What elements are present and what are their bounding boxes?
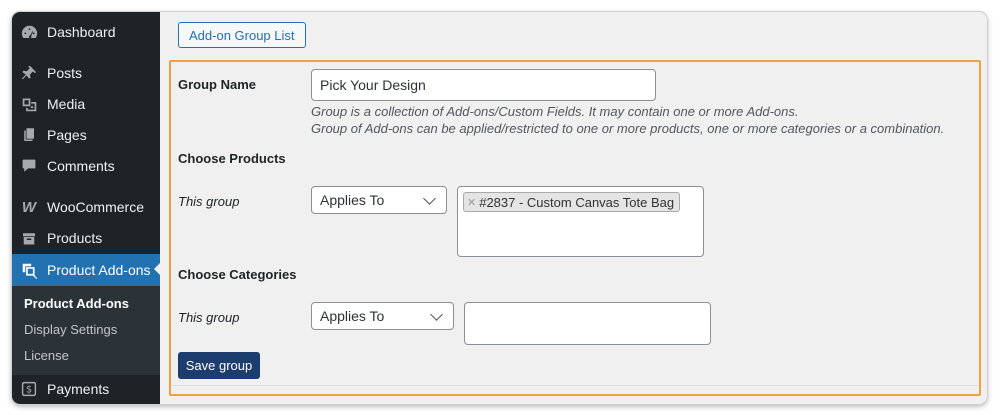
sidebar-item-product-addons[interactable]: Product Add-ons [12, 254, 160, 286]
categories-applies-select[interactable]: Applies To [311, 302, 454, 330]
sidebar-item-label: Product Add-ons [47, 262, 151, 278]
products-multiselect[interactable]: ✕ #2837 - Custom Canvas Tote Bag [457, 186, 704, 257]
admin-sidebar: Dashboard Posts Media Pages Comments W W… [12, 12, 160, 404]
select-value: Applies To [320, 308, 385, 324]
products-applies-select[interactable]: Applies To [311, 186, 447, 214]
group-description-line1: Group is a collection of Add-ons/Custom … [311, 104, 799, 119]
addons-icon [20, 261, 38, 279]
group-description-line2: Group of Add-ons can be applied/restrict… [311, 121, 945, 136]
products-row-label: This group [178, 194, 240, 209]
group-form-panel: Group Name Pick Your Design Group is a c… [169, 60, 981, 396]
categories-multiselect[interactable] [464, 302, 711, 345]
svg-text:$: $ [26, 385, 32, 396]
choose-categories-label: Choose Categories [178, 267, 297, 282]
addon-group-list-button[interactable]: Add-on Group List [178, 22, 306, 48]
sidebar-item-label: WooCommerce [47, 199, 144, 215]
sidebar-item-media[interactable]: Media [12, 89, 160, 119]
pin-icon [20, 64, 38, 82]
sidebar-item-woocommerce[interactable]: W WooCommerce [12, 192, 160, 222]
woo-icon: W [21, 198, 37, 216]
submenu-item-license[interactable]: License [24, 348, 69, 363]
product-token: ✕ #2837 - Custom Canvas Tote Bag [463, 192, 681, 212]
select-value: Applies To [320, 192, 385, 208]
pages-icon [20, 126, 38, 144]
main-content: Add-on Group List Group Name Pick Your D… [160, 12, 987, 404]
sidebar-item-label: Media [47, 96, 86, 112]
sidebar-item-label: Products [47, 230, 103, 246]
archive-icon [20, 229, 38, 247]
choose-products-label: Choose Products [178, 151, 286, 166]
browser-frame: Dashboard Posts Media Pages Comments W W… [12, 12, 987, 404]
group-name-label: Group Name [178, 77, 257, 92]
save-group-button[interactable]: Save group [178, 352, 260, 379]
sidebar-item-label: Pages [47, 127, 87, 143]
sidebar-item-label: Posts [47, 65, 83, 81]
sidebar-item-label: Payments [47, 381, 110, 397]
remove-token-icon[interactable]: ✕ [467, 196, 476, 209]
categories-row-label: This group [178, 310, 240, 325]
submenu-item-product-addons[interactable]: Product Add-ons [24, 296, 129, 311]
submenu-item-display-settings[interactable]: Display Settings [24, 322, 117, 337]
dashboard-icon [20, 23, 38, 41]
sidebar-submenu: Product Add-ons Display Settings License [12, 286, 160, 375]
product-token-label: #2837 - Custom Canvas Tote Bag [479, 194, 675, 210]
sidebar-item-label: Comments [47, 158, 115, 174]
sidebar-item-pages[interactable]: Pages [12, 120, 160, 150]
sidebar-item-products[interactable]: Products [12, 223, 160, 253]
dollar-icon: $ [20, 380, 38, 398]
group-name-input[interactable]: Pick Your Design [311, 69, 656, 101]
sidebar-item-posts[interactable]: Posts [12, 58, 160, 88]
divider [171, 385, 979, 386]
sidebar-item-label: Dashboard [47, 24, 116, 40]
sidebar-item-payments[interactable]: $ Payments [12, 374, 160, 404]
sidebar-item-comments[interactable]: Comments [12, 151, 160, 181]
sidebar-item-dashboard[interactable]: Dashboard [12, 17, 160, 47]
comment-icon [20, 157, 38, 175]
media-icon [20, 95, 38, 113]
chevron-down-icon [430, 307, 443, 321]
chevron-down-icon [423, 191, 436, 205]
